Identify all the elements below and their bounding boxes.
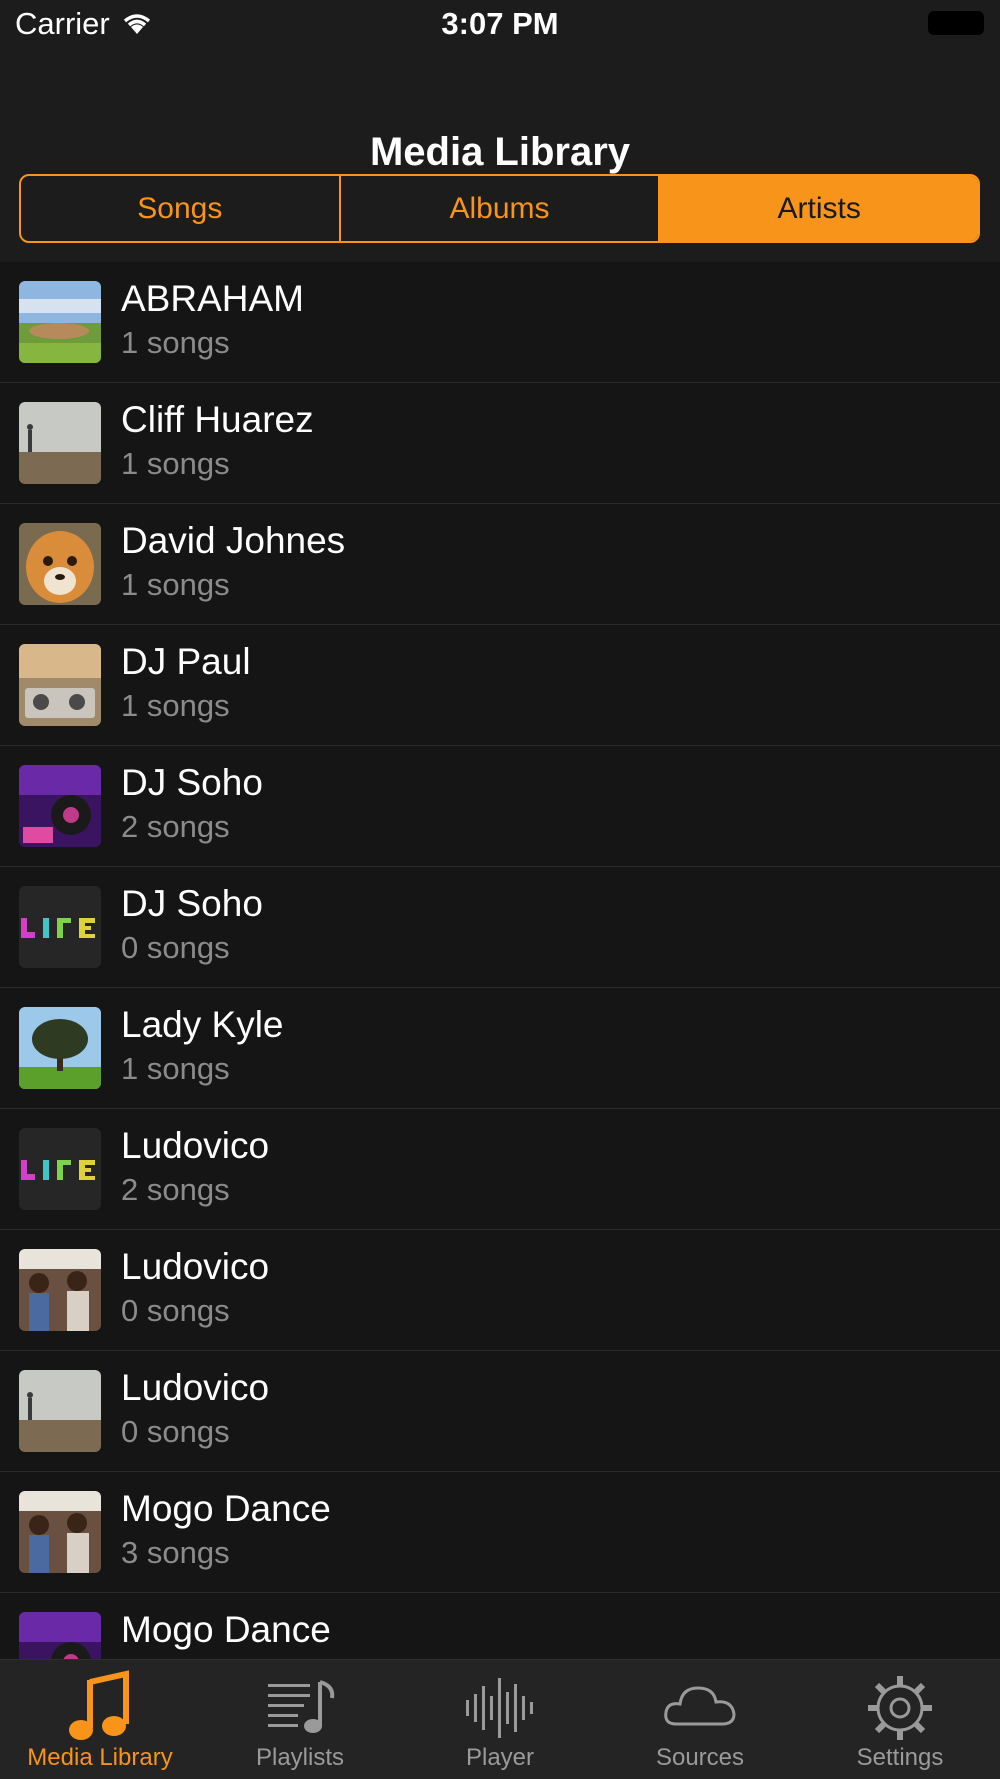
page-title: Media Library (369, 130, 631, 174)
artist-name: Mogo Dance (121, 1609, 331, 1650)
segment-songs[interactable]: Songs (21, 176, 339, 241)
artwork-thumbnail (19, 1128, 101, 1210)
status-time: 3:07 PM (441, 6, 559, 41)
song-count: 1 songs (121, 325, 230, 360)
artist-name: Ludovico (121, 1125, 270, 1166)
waveform-icon (466, 1678, 533, 1738)
tab-label: Settings (856, 1744, 944, 1771)
tab-bar: Media Library Playlists Player Sources S… (0, 1659, 1000, 1779)
playlist-icon (268, 1680, 335, 1733)
tab-label: Media Library (27, 1744, 173, 1771)
artwork-thumbnail (19, 644, 101, 726)
artwork-thumbnail (19, 402, 101, 484)
list-item[interactable]: DJ Paul 1 songs (0, 625, 1000, 746)
song-count: 0 songs (121, 1414, 230, 1449)
music-note-icon (69, 1670, 129, 1740)
artwork-thumbnail (19, 1370, 101, 1452)
song-count: 1 songs (121, 567, 230, 602)
list-item[interactable]: Ludovico 0 songs (0, 1351, 1000, 1472)
segmented-control: Songs Albums Artists (19, 174, 980, 243)
song-count: 0 songs (121, 1293, 230, 1328)
song-count: 1 songs (121, 1051, 230, 1086)
artwork-thumbnail (19, 281, 101, 363)
list-item[interactable]: David Johnes 1 songs (0, 504, 1000, 625)
artwork-thumbnail (19, 886, 101, 968)
artist-name: Ludovico (121, 1367, 270, 1408)
tab-media-library[interactable]: Media Library (0, 1660, 200, 1779)
song-count: 1 songs (121, 446, 230, 481)
artwork-thumbnail (19, 1612, 101, 1659)
song-count: 2 songs (121, 1172, 230, 1207)
tab-label: Playlists (255, 1744, 345, 1771)
tab-player[interactable]: Player (400, 1660, 600, 1779)
artist-name: Ludovico (121, 1246, 270, 1287)
artwork-thumbnail (19, 523, 101, 605)
artist-name: Cliff Huarez (121, 399, 314, 440)
artist-name: Mogo Dance (121, 1488, 331, 1529)
artist-name: Lady Kyle (121, 1004, 284, 1045)
tab-playlists[interactable]: Playlists (200, 1660, 400, 1779)
segment-albums[interactable]: Albums (338, 176, 659, 241)
tab-label: Sources (655, 1744, 745, 1771)
list-item[interactable]: Cliff Huarez 1 songs (0, 383, 1000, 504)
segment-artists[interactable]: Artists (658, 176, 978, 241)
artist-name: DJ Soho (121, 762, 263, 803)
song-count: 1 songs (121, 688, 230, 723)
battery-icon (928, 11, 984, 35)
cloud-icon (664, 1686, 736, 1726)
artwork-thumbnail (19, 1007, 101, 1089)
gear-icon (868, 1676, 932, 1740)
list-item[interactable]: DJ Soho 0 songs (0, 867, 1000, 988)
list-item[interactable]: Mogo Dance (0, 1593, 1000, 1659)
status-bar: Carrier 3:07 PM (0, 0, 1000, 50)
song-count: 0 songs (121, 930, 230, 965)
list-item[interactable]: Mogo Dance 3 songs (0, 1472, 1000, 1593)
list-item[interactable]: ABRAHAM 1 songs (0, 262, 1000, 383)
list-item[interactable]: Ludovico 2 songs (0, 1109, 1000, 1230)
artist-name: DJ Paul (121, 641, 251, 682)
artist-list[interactable]: ABRAHAM 1 songs Cliff Huarez 1 songs Dav… (0, 262, 1000, 1659)
tab-settings[interactable]: Settings (800, 1660, 1000, 1779)
artist-name: ABRAHAM (121, 278, 304, 319)
list-item[interactable]: DJ Soho 2 songs (0, 746, 1000, 867)
artist-name: DJ Soho (121, 883, 263, 924)
song-count: 3 songs (121, 1535, 230, 1570)
song-count: 2 songs (121, 809, 230, 844)
list-item[interactable]: Ludovico 0 songs (0, 1230, 1000, 1351)
tab-label: Player (465, 1744, 535, 1771)
list-item[interactable]: Lady Kyle 1 songs (0, 988, 1000, 1109)
artwork-thumbnail (19, 765, 101, 847)
artwork-thumbnail (19, 1491, 101, 1573)
tab-sources[interactable]: Sources (600, 1660, 800, 1779)
artwork-thumbnail (19, 1249, 101, 1331)
artist-name: David Johnes (121, 520, 346, 561)
